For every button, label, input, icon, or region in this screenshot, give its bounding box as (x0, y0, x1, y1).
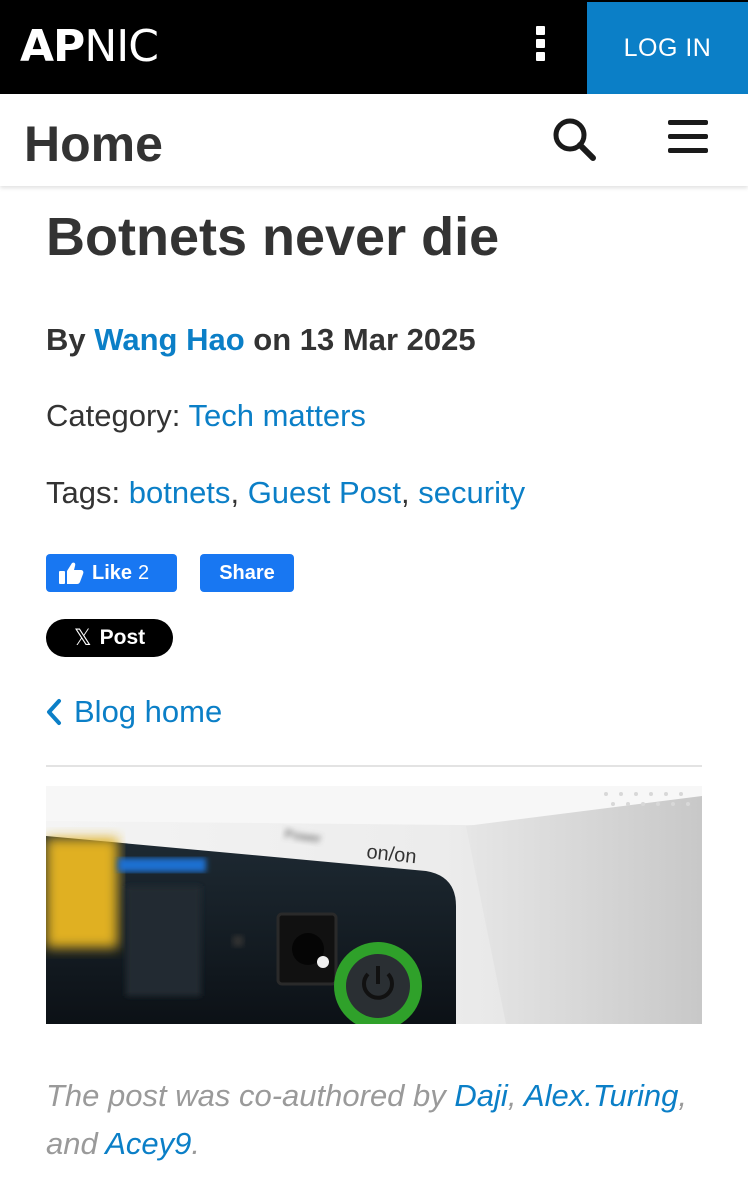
section-header: Home (0, 94, 748, 186)
tag-separator: , (401, 475, 410, 510)
thumbs-up-icon (59, 562, 84, 584)
caption-end: . (191, 1126, 200, 1161)
article-tags: Tags: botnets, Guest Post, security (46, 473, 525, 513)
more-options-icon[interactable] (526, 26, 554, 70)
byline-prefix: By (46, 322, 86, 357)
article-title: Botnets never die (46, 207, 500, 267)
top-bar: APNIC LOG IN (0, 0, 748, 94)
category-label: Category: (46, 398, 181, 433)
tag-separator: , (230, 475, 240, 510)
coauthor-link-alex-turing[interactable]: Alex.Turing (524, 1078, 679, 1113)
coauthor-link-acey9[interactable]: Acey9 (105, 1126, 191, 1161)
article-byline: By Wang Hao on 13 Mar 2025 (46, 320, 476, 360)
x-post-label: Post (99, 626, 146, 649)
tag-link[interactable]: botnets (129, 475, 231, 510)
blog-home-link[interactable]: Blog home (46, 692, 222, 732)
search-icon[interactable] (550, 116, 600, 164)
facebook-share-button[interactable]: Share (200, 554, 294, 592)
like-count: 2 (138, 561, 150, 584)
blog-home-label: Blog home (74, 694, 223, 729)
logo-nic-text: NIC (84, 21, 159, 72)
facebook-like-button[interactable]: Like 2 (46, 554, 177, 592)
chevron-left-icon (47, 699, 61, 725)
article-intro-caption: The post was co-authored by Daji, Alex.T… (46, 1072, 706, 1168)
section-title[interactable]: Home (24, 114, 163, 174)
like-label: Like (92, 561, 133, 584)
article-hero-image: on/on Power (46, 786, 702, 1024)
coauthor-link-daji[interactable]: Daji (454, 1078, 507, 1113)
divider (46, 765, 702, 767)
tags-label: Tags: (46, 475, 121, 510)
x-logo-icon: 𝕏 (73, 625, 92, 650)
tag-link[interactable]: Guest Post (248, 475, 401, 510)
author-link[interactable]: Wang Hao (94, 322, 244, 357)
article-category: Category: Tech matters (46, 396, 366, 436)
apnic-logo[interactable]: APNIC (20, 21, 159, 72)
hamburger-menu-icon[interactable] (668, 120, 712, 160)
logo-ap-text: AP (20, 21, 85, 72)
tag-link[interactable]: security (418, 475, 525, 510)
byline-date: on 13 Mar 2025 (253, 322, 476, 357)
x-post-button[interactable]: 𝕏 Post (46, 619, 173, 657)
caption-prefix: The post was co-authored by (46, 1078, 446, 1113)
category-link[interactable]: Tech matters (188, 398, 365, 433)
caption-separator: , (507, 1078, 517, 1113)
login-button[interactable]: LOG IN (587, 2, 748, 94)
